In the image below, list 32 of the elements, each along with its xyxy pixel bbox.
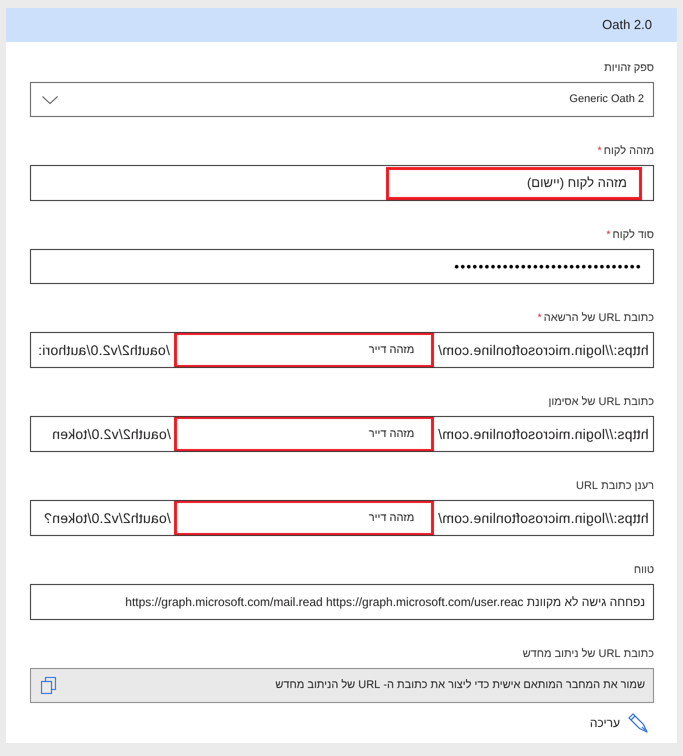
dropdown[interactable]: Generic Oath 2 — [30, 82, 654, 117]
highlight-box: מזהה דייר — [174, 417, 434, 451]
field-value: /oauth2/v2.0/authori: — [37, 340, 172, 360]
text-field[interactable]: נפחחה גישה לא מקוונת https://graph.microsoft.com/mail.read https://graph.microsoft.com/user.reac — [30, 584, 654, 620]
required-asterisk: * — [598, 144, 602, 159]
chevron-down-icon — [42, 96, 58, 104]
panel-title: Oath 2.0 — [602, 16, 652, 34]
field-value: /oauth2/v2.0/token? — [42, 508, 172, 528]
field-label: ספק זהויות — [604, 61, 654, 76]
field-label: מזהה לקוח — [604, 144, 654, 159]
copy-icon[interactable] — [41, 677, 56, 694]
field-value: https://login.microsoftonline.com/ — [437, 508, 650, 528]
field-label: סוד לקוח — [612, 228, 654, 243]
field-label: טווח — [634, 563, 654, 578]
field-value: https://login.microsoftonline.com/ — [437, 340, 650, 360]
field-label: כתובת URL של ניתוב מחדש — [522, 647, 654, 662]
highlight-box: מזהה דייר — [174, 333, 434, 367]
field-label: כתובת URL של הרשאה — [544, 311, 654, 326]
edit-link[interactable]: עריכה — [590, 713, 648, 733]
field-value: נפחחה גישה לא מקוונת https://graph.microsoft.com/mail.read https://graph.microsoft.com/user.reac — [124, 594, 646, 611]
highlight-box: מזהה לקוח (יישום) — [386, 166, 642, 200]
text-field[interactable]: מזהה לקוח (יישום) — [30, 165, 654, 201]
field-value: שמור את המחבר המותאם אישית כדי ליצור את כתובת ה- URL של הניתוב מחדש — [275, 678, 645, 694]
field-value: /oauth2/v2.0/token — [50, 424, 172, 444]
field-value: https://login.microsoftonline.com/ — [437, 424, 650, 444]
pencil-icon — [628, 713, 648, 733]
highlight-box: מזהה דייר — [174, 501, 434, 535]
field-label: רענן כתובת URL — [576, 479, 654, 494]
required-asterisk: * — [606, 228, 610, 243]
required-asterisk: * — [538, 311, 542, 326]
password-field[interactable]: ••••••••••••••••••••••••••••••• — [30, 249, 654, 284]
field-label: כתובת URL של אסימון — [548, 395, 654, 410]
